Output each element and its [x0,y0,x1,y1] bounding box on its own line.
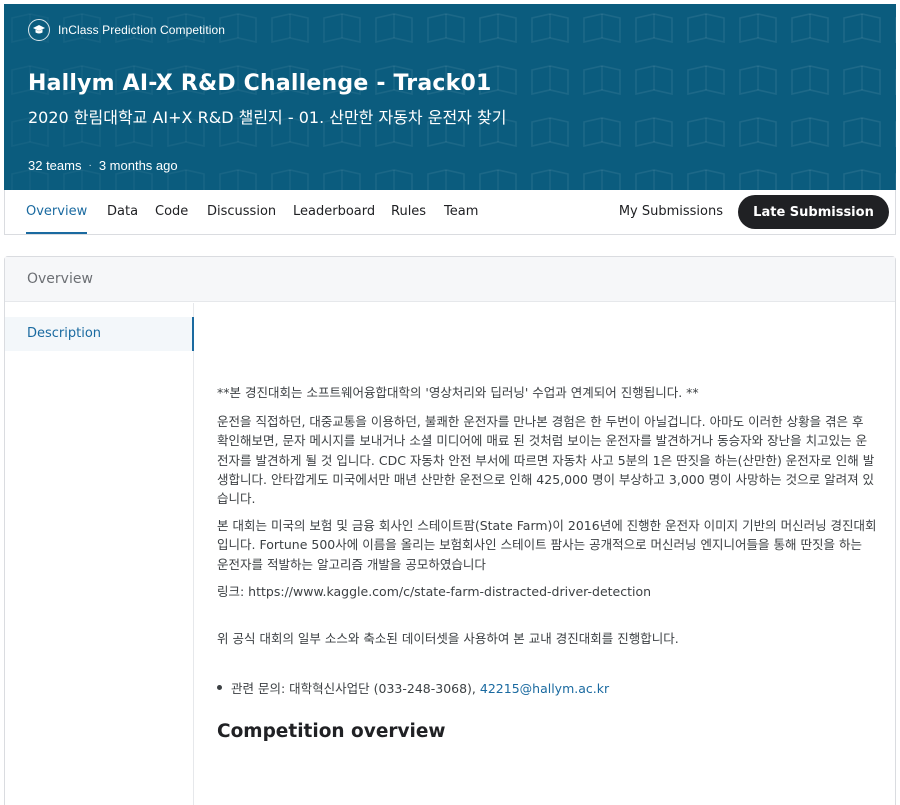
notice-paragraph: 위 공식 대회의 일부 소스와 축소된 데이터셋을 사용하여 본 교내 경진대회… [217,631,679,647]
competition-banner: InClass Prediction Competition Hallym AI… [4,4,896,190]
sidebar-item-description[interactable]: Description [5,317,194,351]
contact-list: 관련 문의: 대학혁신사업단 (033-248-3068), 42215@hal… [217,678,877,697]
competition-title: Hallym AI-X R&D Challenge - Track01 [28,71,492,96]
competition-meta: 32 teams · 3 months ago [28,158,178,173]
tab-discussion[interactable]: Discussion [207,190,276,234]
reference-link-line: 링크: https://www.kaggle.com/c/state-farm-… [217,583,652,599]
teams-count: 32 teams [28,158,82,173]
contact-text: 관련 문의: 대학혁신사업단 (033-248-3068), [231,681,480,697]
intro-paragraph: **본 경진대회는 소프트웨어융합대학의 '영상처리와 딥러닝' 수업과 연계되… [217,385,699,400]
tab-code[interactable]: Code [155,190,188,234]
description-content: **본 경진대회는 소프트웨어융합대학의 '영상처리와 딥러닝' 수업과 연계되… [217,383,877,742]
competition-type-badge: InClass Prediction Competition [28,19,225,41]
tab-team[interactable]: Team [444,190,478,234]
competition-tab-bar: Overview Data Code Discussion Leaderboar… [4,190,896,235]
description-paragraph-2: 본 대회는 미국의 보험 및 금융 회사인 스테이트팜(State Farm)이… [217,518,877,572]
tab-leaderboard[interactable]: Leaderboard [293,190,375,234]
graduation-cap-icon [28,19,50,41]
tab-rules[interactable]: Rules [391,190,426,234]
tab-data[interactable]: Data [107,190,138,234]
competition-age: 3 months ago [98,158,178,173]
meta-separator: · [88,160,92,171]
competition-type-label: InClass Prediction Competition [58,23,226,37]
overview-panel: Overview Description **본 경진대회는 소프트웨어융합대학… [4,256,896,805]
competition-overview-heading: Competition overview [217,721,446,743]
list-bullet [217,685,222,691]
overview-heading: Overview [5,257,895,302]
competition-subtitle: 2020 한림대학교 AI+X R&D 챌린지 - 01. 산만한 자동차 운전… [28,108,507,127]
overview-sidebar: Description [5,303,194,805]
contact-email-link[interactable]: 42215@hallym.ac.kr [480,681,609,696]
tab-overview[interactable]: Overview [26,190,88,234]
late-submission-button[interactable]: Late Submission [738,195,889,229]
description-paragraph-1: 운전을 직접하던, 대중교통을 이용하던, 불쾌한 운전자를 만나본 경험은 한… [217,414,875,507]
my-submissions-link[interactable]: My Submissions [619,190,723,234]
